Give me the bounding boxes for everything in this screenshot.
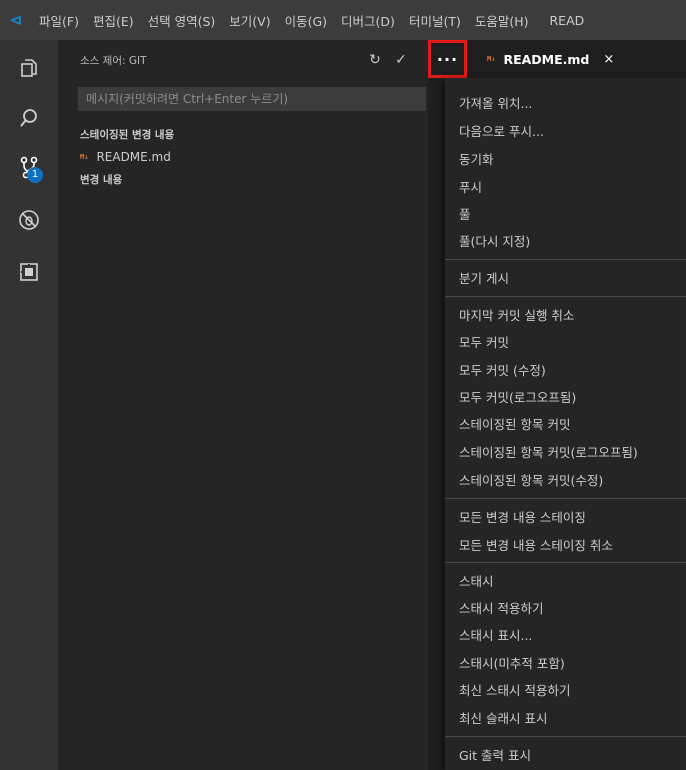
staged-file-name: README.md	[96, 150, 171, 164]
menu-selection[interactable]: 선택 영역(S)	[141, 11, 223, 30]
menu-item-push-to[interactable]: 다음으로 푸시...	[459, 122, 544, 142]
menu-item-apply-stash[interactable]: 스태시 적용하기	[459, 599, 543, 619]
menu-item-publish-branch[interactable]: 분기 게시	[459, 269, 509, 289]
menu-separator	[445, 736, 686, 737]
menu-item-commit-staged-amend[interactable]: 스테이징된 항목 커밋(수정)	[459, 471, 603, 491]
panel-header: 소스 제어: GIT ↻ ✓	[58, 40, 428, 80]
menu-view[interactable]: 보기(V)	[222, 11, 277, 30]
menu-item-pop-latest-stash[interactable]: 최신 슬래시 표시	[459, 709, 547, 729]
staged-changes-header[interactable]: 스테이징된 변경 내용	[80, 127, 174, 142]
menu-separator	[445, 296, 686, 297]
commit-message-input[interactable]	[78, 87, 426, 111]
search-icon[interactable]	[0, 98, 58, 138]
menu-separator	[445, 562, 686, 563]
menu-edit[interactable]: 편집(E)	[86, 11, 141, 30]
explorer-icon[interactable]	[0, 48, 58, 88]
tab-label: README.md	[503, 51, 590, 67]
menu-item-commit-all-amend[interactable]: 모두 커밋 (수정)	[459, 361, 546, 381]
menu-item-apply-latest-stash[interactable]: 최신 스태시 적용하기	[459, 681, 570, 701]
menu-separator	[445, 498, 686, 499]
close-icon[interactable]: ×	[603, 52, 614, 67]
source-control-badge: 1	[27, 167, 43, 183]
menubar: ⊲ 파일(F) 편집(E) 선택 영역(S) 보기(V) 이동(G) 디버그(D…	[0, 0, 686, 40]
markdown-file-icon: M↓	[80, 153, 89, 161]
vscode-logo-icon: ⊲	[9, 11, 23, 29]
menu-item-stage-all[interactable]: 모든 변경 내용 스테이징	[459, 508, 586, 528]
menu-item-commit-all[interactable]: 모두 커밋	[459, 333, 509, 353]
more-actions-button[interactable]: ···	[428, 40, 467, 78]
menu-item-stash-untracked[interactable]: 스태시(미추적 포함)	[459, 654, 565, 674]
menu-item-sync[interactable]: 동기화	[459, 150, 494, 170]
menu-item-unstage-all[interactable]: 모든 변경 내용 스테이징 취소	[459, 536, 613, 556]
menu-file[interactable]: 파일(F)	[32, 11, 86, 30]
menu-item-show-git-output[interactable]: Git 출력 표시	[459, 746, 531, 766]
menu-help[interactable]: 도움말(H)	[468, 11, 536, 30]
menu-terminal[interactable]: 터미널(T)	[402, 11, 468, 30]
menu-go[interactable]: 이동(G)	[278, 11, 334, 30]
menu-item-pull-from[interactable]: 가져올 위치...	[459, 94, 532, 114]
menu-separator	[445, 259, 686, 260]
panel-title: 소스 제어: GIT	[80, 54, 147, 67]
markdown-file-icon: M↓	[487, 55, 496, 63]
source-control-icon[interactable]: 1	[0, 148, 58, 188]
menu-item-pull[interactable]: 풀	[459, 205, 471, 225]
menu-item-commit-staged[interactable]: 스테이징된 항목 커밋	[459, 415, 570, 435]
changes-header[interactable]: 변경 내용	[80, 172, 122, 187]
tab-readme[interactable]: M↓ README.md ×	[467, 40, 686, 78]
commit-icon[interactable]: ✓	[388, 40, 414, 80]
debug-icon[interactable]	[0, 200, 58, 240]
more-actions-menu: 가져올 위치... 다음으로 푸시... 동기화 푸시 풀 풀(다시 지정) 분…	[445, 78, 686, 770]
staged-file-row[interactable]: M↓ README.md	[80, 148, 171, 166]
menu-item-commit-all-signed-off[interactable]: 모두 커밋(로그오프됨)	[459, 388, 576, 408]
activity-bar: 1	[0, 40, 58, 770]
menu-item-commit-staged-signed-off[interactable]: 스테이징된 항목 커밋(로그오프됨)	[459, 443, 638, 463]
menu-item-stash[interactable]: 스태시	[459, 572, 494, 592]
menu-debug[interactable]: 디버그(D)	[334, 11, 402, 30]
menu-item-push[interactable]: 푸시	[459, 178, 482, 198]
menu-item-pull-rebase[interactable]: 풀(다시 지정)	[459, 232, 530, 252]
window-title: READ	[549, 12, 585, 28]
menu-item-pop-stash[interactable]: 스태시 표시...	[459, 626, 532, 646]
refresh-icon[interactable]: ↻	[362, 40, 388, 80]
extensions-icon[interactable]	[0, 252, 58, 292]
menu-item-undo-last-commit[interactable]: 마지막 커밋 실행 취소	[459, 306, 574, 326]
